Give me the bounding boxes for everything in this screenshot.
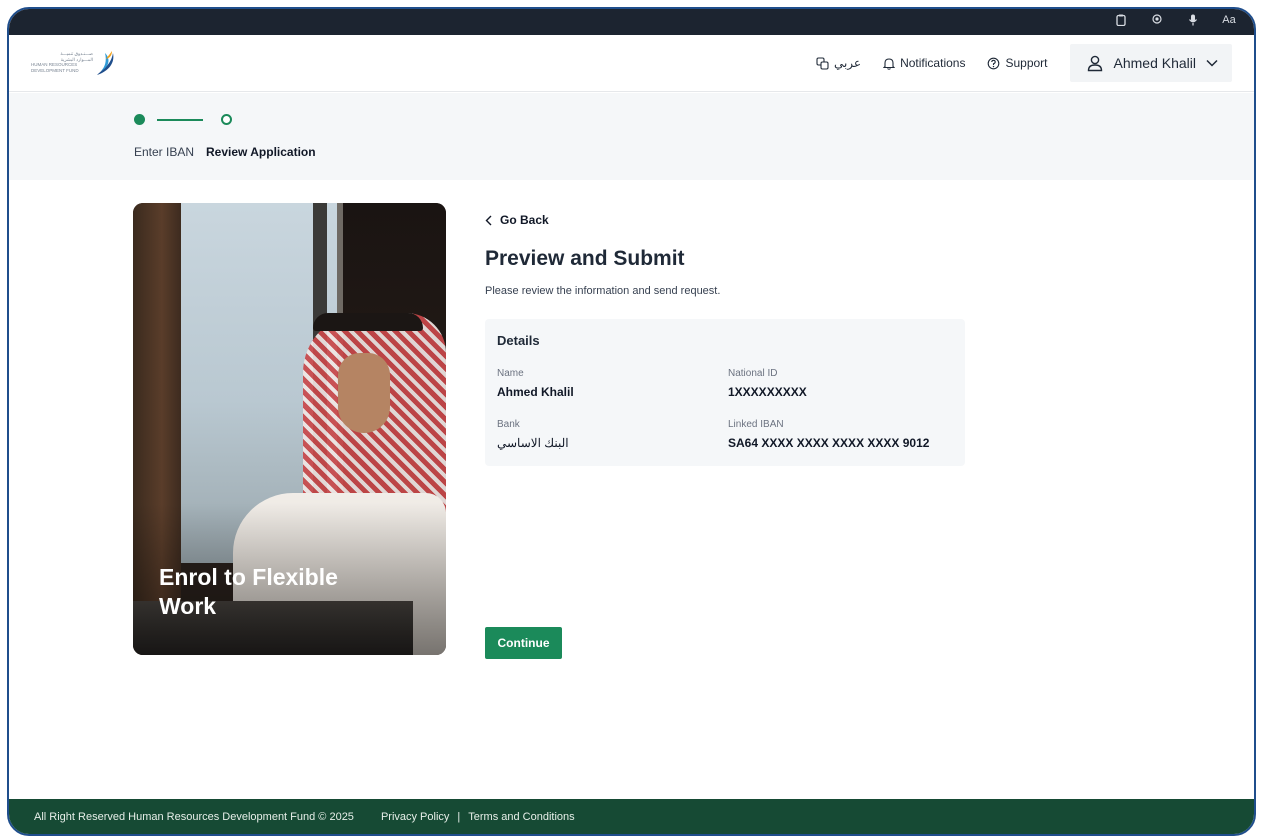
user-name: Ahmed Khalil [1113, 55, 1197, 71]
details-panel: Details Name Ahmed Khalil National ID 1X… [485, 319, 965, 466]
linked-iban-label: Linked IBAN [728, 419, 784, 430]
step-label-review-application: Review Application [206, 145, 316, 159]
bank-value: البنك الاساسي [497, 436, 569, 450]
support-link[interactable]: Support [987, 56, 1048, 70]
app-window: Aa صـــنـدوق تنميـــة المـــوارد البشرية… [7, 7, 1256, 836]
national-id-value: 1XXXXXXXXX [728, 385, 807, 399]
hero-caption: Enrol to Flexible Work [159, 564, 338, 619]
go-back-link[interactable]: Go Back [485, 213, 549, 227]
language-label: عربي [833, 56, 862, 70]
step-current-indicator [221, 114, 232, 125]
support-icon [988, 57, 1000, 69]
stepper: Enter IBAN Review Application [9, 93, 1254, 180]
national-id-label: National ID [728, 368, 778, 379]
name-value: Ahmed Khalil [497, 385, 574, 399]
logo-english-line2: DEVELOPMENT FUND [31, 67, 79, 73]
eye-icon[interactable] [1150, 14, 1164, 29]
go-back-label: Go Back [500, 213, 549, 227]
user-menu-button[interactable]: Ahmed Khalil [1069, 44, 1232, 82]
notifications-label: Notifications [900, 56, 966, 70]
bank-label: Bank [497, 419, 520, 430]
step-label-enter-iban: Enter IBAN [134, 145, 195, 159]
hero-image-card: Enrol to Flexible Work [133, 203, 446, 655]
step-completed-indicator [134, 114, 145, 125]
privacy-policy-link[interactable]: Privacy Policy [381, 811, 449, 823]
microphone-icon[interactable] [1186, 14, 1200, 29]
bell-icon [883, 57, 896, 70]
system-bar: Aa [9, 9, 1254, 35]
support-label: Support [1005, 56, 1048, 70]
page-subtitle: Please review the information and send r… [485, 285, 721, 297]
logo-mark-icon [97, 51, 114, 75]
chevron-left-icon [485, 215, 492, 225]
clipboard-icon[interactable] [1114, 14, 1128, 29]
details-heading: Details [497, 333, 540, 348]
page-title: Preview and Submit [485, 247, 685, 270]
terms-link[interactable]: Terms and Conditions [468, 811, 574, 823]
footer: All Right Reserved Human Resources Devel… [9, 799, 1254, 834]
user-icon [1087, 55, 1102, 72]
hrdf-logo[interactable]: صـــنـدوق تنميـــة المـــوارد البشرية HU… [31, 47, 121, 79]
text-size-icon[interactable]: Aa [1222, 14, 1236, 29]
notifications-link[interactable]: Notifications [883, 56, 965, 70]
language-icon [816, 56, 829, 70]
name-label: Name [497, 368, 524, 379]
top-navigation: صـــنـدوق تنميـــة المـــوارد البشرية HU… [9, 35, 1254, 92]
step-connector [157, 119, 203, 121]
footer-copyright: All Right Reserved Human Resources Devel… [34, 810, 354, 823]
chevron-down-icon [1206, 59, 1218, 67]
footer-separator: | [457, 810, 461, 823]
linked-iban-value: SA64 XXXX XXXX XXXX XXXX 9012 [728, 436, 930, 450]
language-switch[interactable]: عربي [816, 56, 861, 70]
continue-button[interactable]: Continue [485, 627, 562, 659]
